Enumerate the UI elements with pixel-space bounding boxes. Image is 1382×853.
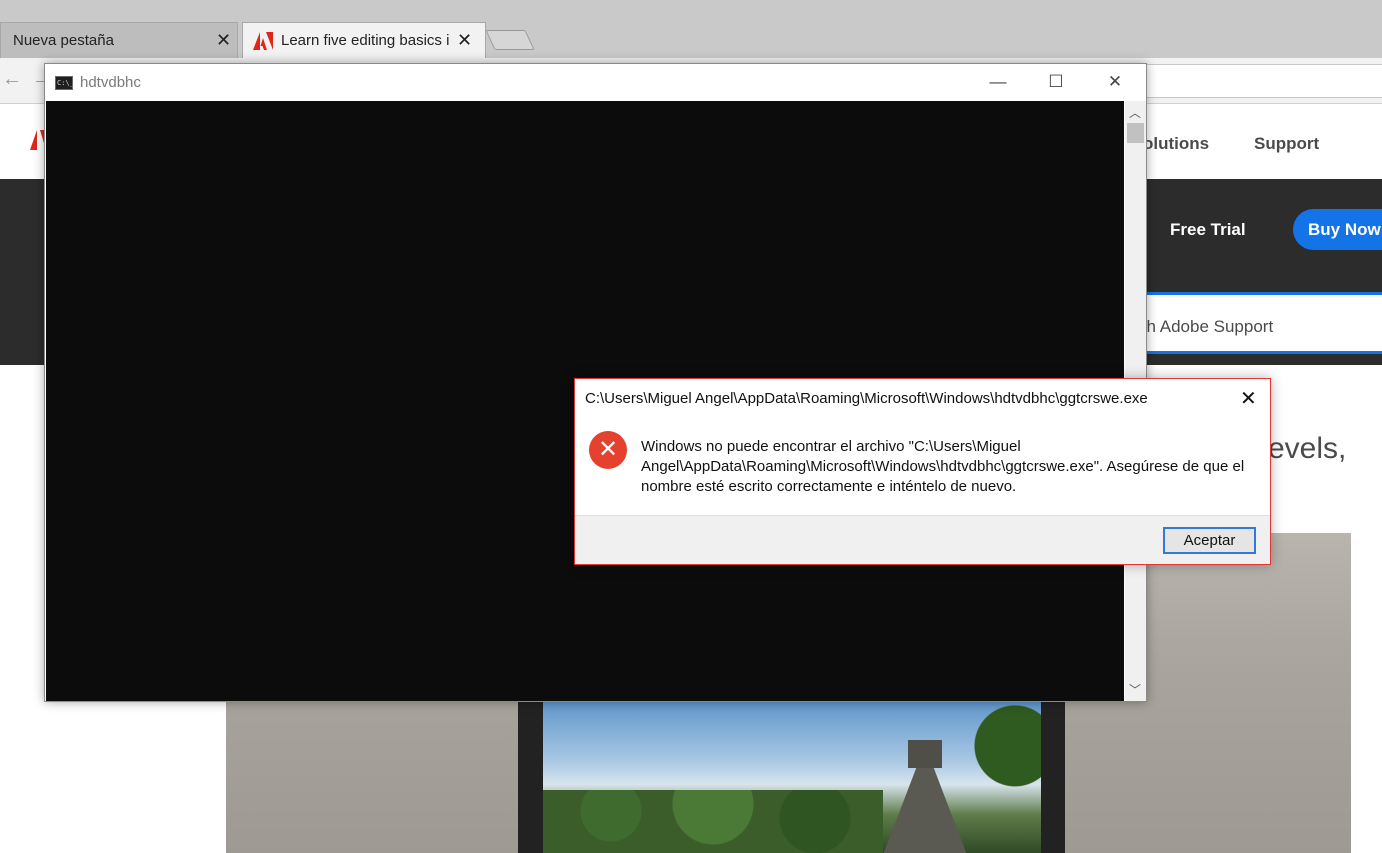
message-line: nombre esté escrito correctamente e inté… (641, 478, 1017, 495)
support-search-input[interactable]: ch Adobe Support (1138, 292, 1382, 354)
back-arrow-icon[interactable]: ← (2, 68, 22, 91)
address-bar[interactable] (1146, 64, 1382, 98)
scroll-thumb[interactable] (1127, 123, 1144, 143)
error-icon: ✕ (589, 431, 627, 469)
dialog-footer: Aceptar (575, 515, 1270, 564)
aceptar-button[interactable]: Aceptar (1163, 527, 1256, 554)
console-titlebar[interactable]: C:\_ hdtvdbhc — ☐ ✕ (45, 64, 1146, 101)
temple-top (908, 740, 942, 768)
message-line: Windows no puede encontrar el archivo "C… (641, 438, 1021, 455)
tab-title: Nueva pestaña (13, 32, 114, 49)
tikal-temple-photo (543, 700, 1041, 853)
free-trial-link[interactable]: Free Trial (1170, 220, 1246, 240)
search-placeholder: ch Adobe Support (1138, 317, 1274, 336)
dialog-close-icon[interactable]: ✕ (1240, 386, 1257, 411)
tab-title: Learn five editing basics i (281, 32, 449, 49)
maximize-icon[interactable]: ☐ (1027, 64, 1085, 101)
cmd-icon: C:\_ (55, 76, 74, 90)
scroll-down-icon[interactable]: ﹀ (1129, 681, 1141, 698)
nav-support[interactable]: Support (1254, 134, 1319, 154)
message-line: Angel\AppData\Roaming\Microsoft\Windows\… (641, 458, 1245, 475)
tab-nueva-pestana[interactable]: Nueva pestaña ✕ (0, 22, 238, 58)
close-icon[interactable]: ✕ (1086, 64, 1144, 101)
tab-learn-editing[interactable]: Learn five editing basics i ✕ (242, 22, 486, 58)
dialog-title: C:\Users\Miguel Angel\AppData\Roaming\Mi… (585, 390, 1148, 407)
dialog-message: Windows no puede encontrar el archivo "C… (641, 437, 1266, 497)
tab-close-icon[interactable]: ✕ (216, 30, 231, 51)
console-title: hdtvdbhc (80, 74, 141, 91)
tab-close-icon[interactable]: ✕ (457, 30, 472, 51)
page-headline: evels, (1268, 432, 1347, 465)
new-tab-button[interactable] (485, 30, 535, 50)
tree-right (973, 700, 1041, 853)
error-dialog: C:\Users\Miguel Angel\AppData\Roaming\Mi… (574, 378, 1271, 565)
minimize-icon[interactable]: — (969, 64, 1027, 101)
nav-solutions[interactable]: olutions (1143, 134, 1209, 154)
jungle-trees (543, 790, 883, 853)
browser-tabstrip: Nueva pestaña ✕ Learn five editing basic… (0, 0, 1382, 58)
buy-now-button[interactable]: Buy Now (1293, 209, 1382, 250)
scroll-up-icon[interactable]: ︿ (1129, 104, 1141, 121)
adobe-favicon-icon (253, 32, 273, 50)
